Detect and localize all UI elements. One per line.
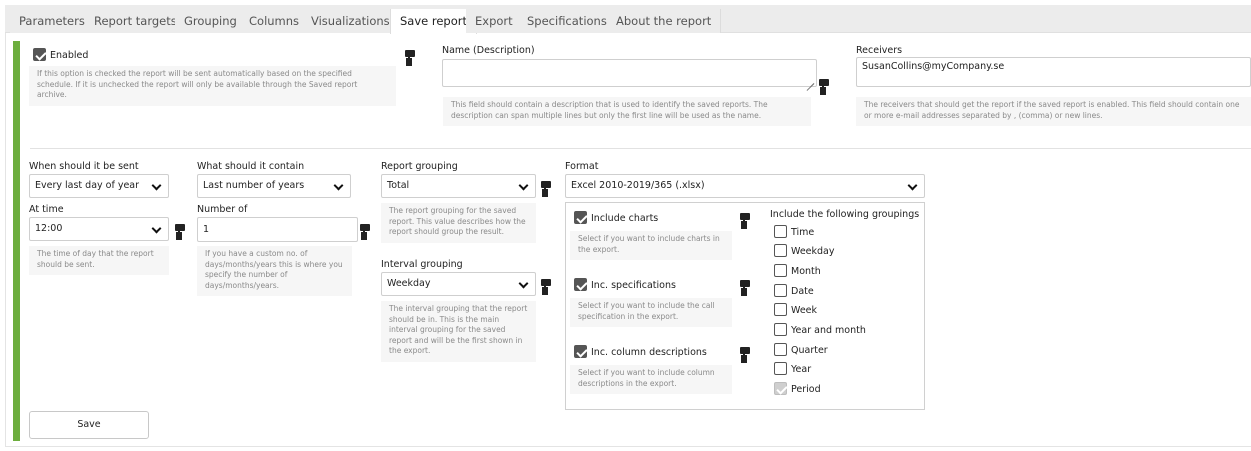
grouping-time-checkbox[interactable] [774, 225, 787, 238]
grouping-year-and-month-checkbox[interactable] [774, 323, 787, 336]
grouping-weekday-label: Weekday [791, 246, 835, 257]
interval-grouping-value: Weekday [387, 278, 431, 289]
grouping-year-label: Year [791, 364, 812, 375]
grouping-weekday-checkbox[interactable] [774, 244, 787, 257]
enabled-checkbox[interactable] [33, 48, 46, 61]
enabled-help: If this option is checked the report wil… [29, 66, 396, 106]
number-of-help: If you have a custom no. of days/months/… [197, 246, 352, 296]
save-button[interactable]: Save [29, 411, 149, 439]
grouping-month-checkbox[interactable] [774, 264, 787, 277]
receivers-textarea[interactable]: SusanCollins@myCompany.se [856, 57, 1251, 87]
tab-save-report[interactable]: Save report [390, 9, 478, 34]
computer-monitor-icon[interactable] [360, 224, 371, 236]
tab-report-targets[interactable]: Report targets [85, 9, 187, 33]
include-charts-checkbox[interactable] [574, 211, 587, 224]
computer-monitor-icon[interactable] [819, 79, 830, 91]
include-charts-help: Select if you want to include charts in … [570, 231, 732, 260]
format-label: Format [565, 161, 599, 172]
grouping-period-checkbox [774, 382, 787, 395]
tab-grouping[interactable]: Grouping [175, 9, 247, 33]
interval-grouping-label: Interval grouping [381, 259, 463, 270]
when-select[interactable]: Every last day of year [29, 174, 169, 198]
grouping-year-and-month-label: Year and month [791, 325, 866, 336]
receivers-label: Receivers [856, 45, 903, 56]
when-label: When should it be sent [29, 161, 139, 172]
chevron-down-icon [518, 180, 529, 191]
tab-bar: Parameters Report targets Grouping Colum… [5, 5, 1251, 34]
grouping-week-label: Week [791, 305, 818, 316]
tab-about-the-report[interactable]: About the report [607, 9, 722, 33]
tab-export[interactable]: Export [466, 9, 523, 33]
report-grouping-value: Total [387, 180, 410, 191]
inc-specifications-label: Inc. specifications [591, 280, 676, 291]
grouping-date-label: Date [791, 286, 814, 297]
contain-select[interactable]: Last number of years [197, 174, 351, 198]
grouping-time-label: Time [791, 227, 815, 238]
format-value: Excel 2010-2019/365 (.xlsx) [571, 180, 705, 191]
name-label: Name (Description) [442, 45, 535, 56]
grouping-quarter-label: Quarter [791, 345, 828, 356]
grouping-year-checkbox[interactable] [774, 362, 787, 375]
grouping-period-label: Period [791, 384, 821, 395]
computer-monitor-icon[interactable] [740, 213, 751, 225]
grouping-month-label: Month [791, 266, 821, 277]
report-grouping-select[interactable]: Total [381, 174, 536, 198]
section-divider [30, 148, 1251, 149]
include-charts-label: Include charts [591, 213, 659, 224]
contain-value: Last number of years [203, 180, 305, 191]
chevron-down-icon [518, 278, 529, 289]
inc-column-descriptions-label: Inc. column descriptions [591, 347, 707, 358]
tab-columns[interactable]: Columns [240, 9, 310, 33]
tab-specifications[interactable]: Specifications [518, 9, 617, 33]
enabled-label: Enabled [50, 50, 89, 61]
interval-grouping-select[interactable]: Weekday [381, 272, 536, 296]
report-grouping-help: The report grouping for the saved report… [381, 203, 536, 243]
grouping-date-checkbox[interactable] [774, 284, 787, 297]
report-grouping-label: Report grouping [381, 161, 458, 172]
inc-specifications-help: Select if you want to include the call s… [570, 298, 732, 327]
computer-monitor-icon[interactable] [740, 280, 751, 292]
receivers-help: The receivers that should get the report… [856, 97, 1251, 126]
number-of-input[interactable]: 1 [197, 217, 358, 242]
grouping-week-checkbox[interactable] [774, 303, 787, 316]
when-value: Every last day of year [35, 180, 140, 191]
computer-monitor-icon[interactable] [541, 181, 552, 193]
inc-column-descriptions-checkbox[interactable] [574, 345, 587, 358]
at-time-value: 12:00 [35, 223, 63, 234]
chevron-down-icon [333, 180, 344, 191]
computer-monitor-icon[interactable] [405, 50, 416, 62]
chevron-down-icon [151, 223, 162, 234]
chevron-down-icon [907, 180, 918, 191]
computer-monitor-icon[interactable] [740, 347, 751, 359]
name-help: This field should contain a description … [443, 97, 811, 126]
inc-column-descriptions-help: Select if you want to include column des… [570, 365, 732, 394]
inc-specifications-checkbox[interactable] [574, 278, 587, 291]
enabled-indicator-bar [13, 41, 20, 441]
grouping-quarter-checkbox[interactable] [774, 343, 787, 356]
interval-grouping-help: The interval grouping that the report sh… [381, 301, 536, 362]
format-select[interactable]: Excel 2010-2019/365 (.xlsx) [565, 174, 925, 198]
chevron-down-icon [151, 180, 162, 191]
resize-handle-icon[interactable] [806, 76, 814, 84]
tab-visualizations[interactable]: Visualizations [302, 9, 400, 33]
contain-label: What should it contain [197, 161, 305, 172]
computer-monitor-icon[interactable] [175, 224, 186, 236]
at-time-help: The time of day that the report should b… [29, 246, 169, 275]
at-time-label: At time [29, 204, 64, 215]
at-time-select[interactable]: 12:00 [29, 217, 169, 241]
name-textarea[interactable] [442, 59, 817, 87]
groupings-label: Include the following groupings [770, 209, 920, 220]
tab-parameters[interactable]: Parameters [10, 9, 95, 33]
number-of-label: Number of [197, 204, 248, 215]
computer-monitor-icon[interactable] [541, 279, 552, 291]
